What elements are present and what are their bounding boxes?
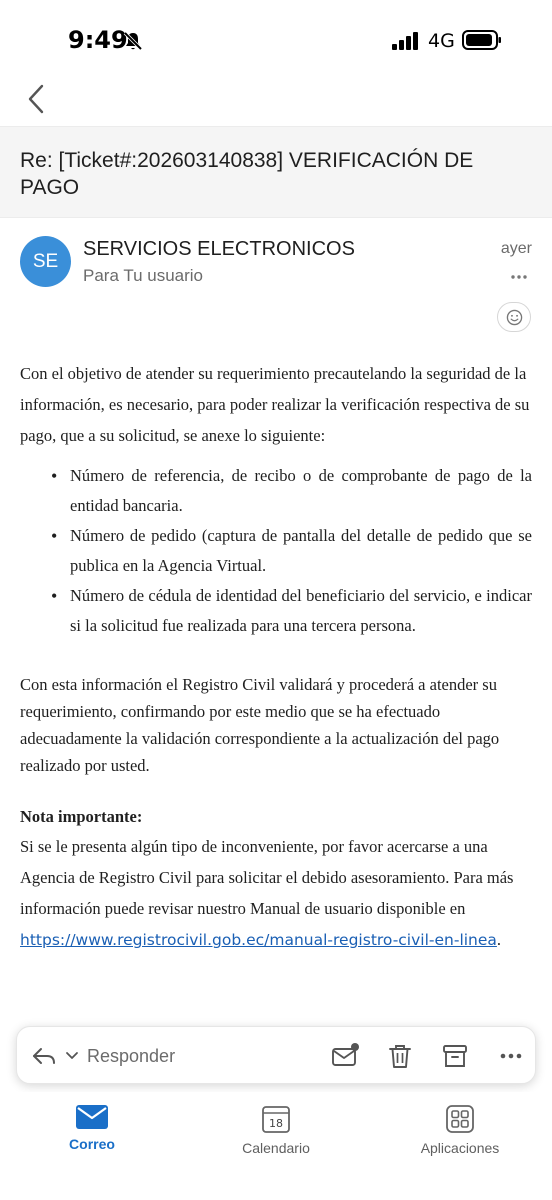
status-bar: 9:49 4G <box>0 0 552 80</box>
add-reaction-button[interactable] <box>497 302 531 332</box>
requirements-list: Número de referencia, de recibo o de com… <box>20 461 532 641</box>
chevron-left-icon <box>28 84 44 114</box>
calendar-day: 18 <box>269 1117 283 1130</box>
battery-icon <box>462 30 502 50</box>
email-date: ayer <box>500 240 532 257</box>
mail-icon <box>76 1105 108 1129</box>
reply-icon <box>33 1048 55 1064</box>
smiley-icon <box>506 309 522 325</box>
note-title: Nota importante: <box>20 807 143 826</box>
note-paragraph: Si se le presenta algún tipo de inconven… <box>20 831 532 956</box>
tab-bar: Correo 18 Calendario Aplicaciones <box>0 1092 552 1200</box>
email-subject: Re: [Ticket#:202603140838] VERIFICACIÓN … <box>20 149 474 199</box>
reply-button[interactable]: Responder <box>31 1041 175 1071</box>
chevron-down-icon[interactable] <box>65 1051 79 1061</box>
body-paragraph: Con esta información el Registro Civil v… <box>20 675 500 775</box>
manual-link[interactable]: https://www.registrocivil.gob.ec/manual-… <box>20 931 497 949</box>
list-item: Número de cédula de identidad del benefi… <box>51 581 532 641</box>
bell-muted-icon <box>122 30 144 52</box>
note-text: Si se le presenta algún tipo de inconven… <box>20 837 514 918</box>
body-intro: Con el objetivo de atender su requerimie… <box>20 364 530 445</box>
calendar-icon: 18 <box>262 1106 290 1133</box>
tab-label: Calendario <box>242 1140 310 1156</box>
tab-label: Correo <box>69 1136 115 1152</box>
back-button[interactable] <box>22 84 50 114</box>
mark-unread-icon[interactable] <box>331 1042 359 1070</box>
sender-name[interactable]: SERVICIOS ELECTRONICOS <box>83 238 355 261</box>
recipient-line[interactable]: Para Tu usuario <box>83 266 203 286</box>
action-bar: Responder <box>16 1026 536 1084</box>
tab-label: Aplicaciones <box>420 1140 500 1156</box>
tab-calendario[interactable]: 18 Calendario <box>206 1104 346 1156</box>
apps-icon <box>446 1105 474 1133</box>
signal-icon <box>392 32 418 50</box>
tab-correo[interactable]: Correo <box>22 1104 162 1152</box>
more-options-icon[interactable] <box>510 268 528 279</box>
tab-aplicaciones[interactable]: Aplicaciones <box>390 1104 530 1156</box>
sender-avatar[interactable]: SE <box>20 236 71 287</box>
list-item: Número de referencia, de recibo o de com… <box>51 461 532 521</box>
link-suffix: . <box>496 930 502 949</box>
trash-icon[interactable] <box>386 1042 414 1070</box>
reply-label: Responder <box>87 1045 176 1066</box>
network-label: 4G <box>428 30 455 52</box>
more-icon[interactable] <box>497 1042 525 1070</box>
email-body: Con el objetivo de atender su requerimie… <box>20 358 532 956</box>
list-item: Número de pedido (captura de pantalla de… <box>51 521 532 581</box>
archive-icon[interactable] <box>441 1042 469 1070</box>
subject-bar: Re: [Ticket#:202603140838] VERIFICACIÓN … <box>0 126 552 218</box>
status-time: 9:49 <box>68 26 128 54</box>
